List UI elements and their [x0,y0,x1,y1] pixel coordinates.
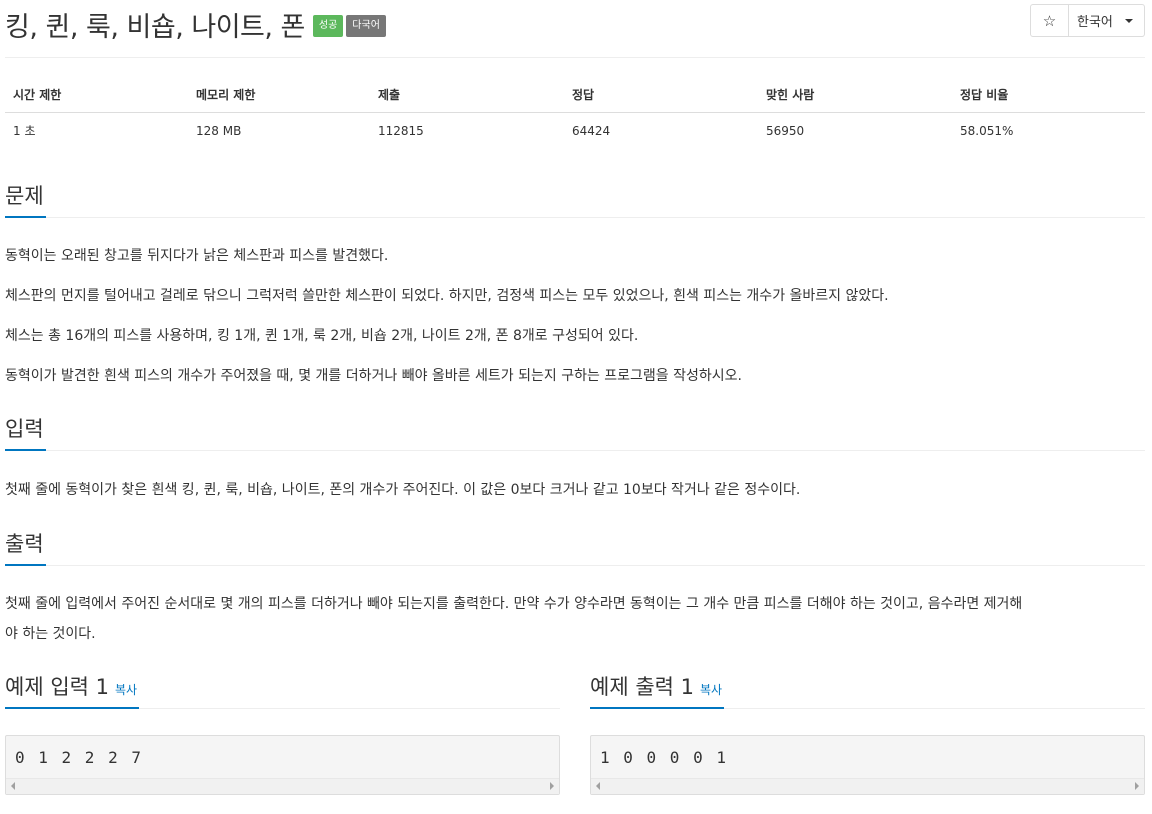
header-time-limit: 시간 제한 [5,78,188,113]
output-description-line: 야 하는 것이다. [5,626,96,642]
value-submissions[interactable]: 112815 [370,112,564,149]
sample-output-header: 예제 출력 1 복사 [590,673,1145,709]
multilang-badge[interactable]: 다국어 [346,15,386,37]
output-description-line: 첫째 줄에 입력에서 주어진 순서대로 몇 개의 피스를 더하거나 빼야 되는지… [5,596,1023,612]
sample-output-heading-text: 예제 출력 1 [590,675,694,699]
value-accept-ratio: 58.051% [960,123,1014,138]
input-section-header: 입력 [5,415,1145,451]
scroll-right-icon[interactable] [1135,782,1139,790]
problem-heading: 문제 [5,182,46,218]
sample-input-heading-text: 예제 입력 1 [5,675,109,699]
copy-output-button[interactable]: 복사 [700,683,722,697]
header-memory-limit: 메모리 제한 [188,78,370,113]
sample-output-box: 1 0 0 0 0 1 [590,735,1145,795]
sample-output-value: 1 0 0 0 0 1 [600,748,728,767]
header-solved-users: 맞힌 사람 [758,78,952,113]
language-label: 한국어 [1077,15,1113,30]
problem-paragraph: 동혁이가 발견한 흰색 피스의 개수가 주어졌을 때, 몇 개를 더하거나 빼야… [5,368,742,384]
info-value-row: 1 초 128 MB 112815 64424 56950 58.051% [5,112,1145,149]
value-time-limit: 1 초 [13,124,36,139]
sample-output-heading: 예제 출력 1 복사 [590,673,725,709]
header-submissions: 제출 [370,78,564,113]
scroll-left-icon[interactable] [596,782,600,790]
star-icon: ☆ [1042,11,1057,30]
output-section-header: 출력 [5,530,1145,566]
problem-paragraph: 체스판의 먼지를 털어내고 걸레로 닦으니 그럭저럭 쓸만한 체스판이 되었다.… [5,288,889,304]
output-heading: 출력 [5,530,46,566]
header-accept-ratio: 정답 비율 [952,78,1145,113]
input-description: 첫째 줄에 동혁이가 찾은 흰색 킹, 퀸, 룩, 비숍, 나이트, 폰의 개수… [5,482,801,498]
sample-input-header: 예제 입력 1 복사 [5,673,560,709]
horizontal-scrollbar[interactable] [591,778,1144,794]
scroll-right-icon[interactable] [550,782,554,790]
input-heading: 입력 [5,415,46,451]
value-solved-users[interactable]: 56950 [758,112,952,149]
sample-input-heading: 예제 입력 1 복사 [5,673,140,709]
problem-paragraph: 체스는 총 16개의 피스를 사용하며, 킹 1개, 퀸 1개, 룩 2개, 비… [5,328,639,344]
success-badge[interactable]: 성공 [312,15,344,37]
header-accepted: 정답 [564,78,758,113]
sample-input-value: 0 1 2 2 2 7 [15,748,143,767]
problem-info-table: 시간 제한 메모리 제한 제출 정답 맞힌 사람 정답 비율 1 초 128 M… [5,78,1145,149]
scroll-left-icon[interactable] [11,782,15,790]
value-accepted[interactable]: 64424 [564,112,758,149]
sample-input-box: 0 1 2 2 2 7 [5,735,560,795]
value-memory-limit: 128 MB [196,123,242,138]
title-row: 킹, 퀸, 룩, 비숍, 나이트, 폰 성공 다국어 [5,4,386,44]
problem-paragraph: 동혁이는 오래된 창고를 뒤지다가 낡은 체스판과 피스를 발견했다. [5,248,389,264]
problem-section-header: 문제 [5,182,1145,218]
copy-input-button[interactable]: 복사 [115,683,137,697]
info-header-row: 시간 제한 메모리 제한 제출 정답 맞힌 사람 정답 비율 [5,78,1145,113]
top-controls: ☆ 한국어 [1030,4,1145,37]
horizontal-scrollbar[interactable] [6,778,559,794]
chevron-down-icon [1124,18,1133,23]
star-button[interactable]: ☆ [1030,4,1069,37]
divider [5,57,1145,58]
problem-title: 킹, 퀸, 룩, 비숍, 나이트, 폰 [5,11,305,43]
language-dropdown[interactable]: 한국어 [1069,4,1145,37]
